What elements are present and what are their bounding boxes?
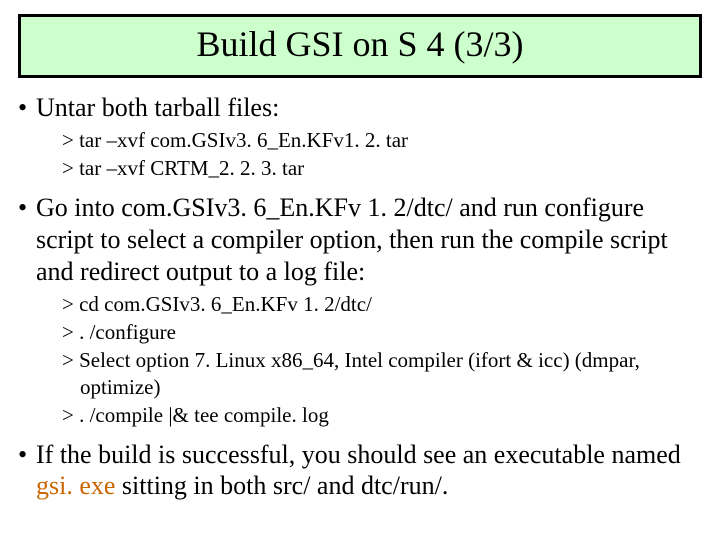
title-box: Build GSI on S 4 (3/3) [18, 14, 702, 78]
slide-title: Build GSI on S 4 (3/3) [196, 24, 523, 64]
result-text-a: If the build is successful, you should s… [36, 440, 681, 469]
bullet-untar: Untar both tarball files: [14, 92, 706, 124]
bullet-result: If the build is successful, you should s… [14, 439, 706, 502]
cmd-line: > Select option 7. Linux x86_64, Intel c… [62, 347, 706, 401]
cmd-line: > cd com.GSIv3. 6_En.KFv 1. 2/dtc/ [62, 291, 706, 318]
bullet-configure: Go into com.GSIv3. 6_En.KFv 1. 2/dtc/ an… [14, 192, 706, 287]
cmd-line: > . /configure [62, 319, 706, 346]
slide: Build GSI on S 4 (3/3) Untar both tarbal… [0, 0, 720, 540]
cmd-line: > tar –xvf CRTM_2. 2. 3. tar [62, 155, 706, 182]
executable-name: gsi. exe [36, 471, 115, 500]
cmd-line: > tar –xvf com.GSIv3. 6_En.KFv1. 2. tar [62, 127, 706, 154]
cmd-line: > . /compile |& tee compile. log [62, 402, 706, 429]
commands-untar: > tar –xvf com.GSIv3. 6_En.KFv1. 2. tar … [62, 127, 706, 182]
result-text-b: sitting in both src/ and dtc/run/. [115, 471, 448, 500]
commands-configure: > cd com.GSIv3. 6_En.KFv 1. 2/dtc/ > . /… [62, 291, 706, 428]
